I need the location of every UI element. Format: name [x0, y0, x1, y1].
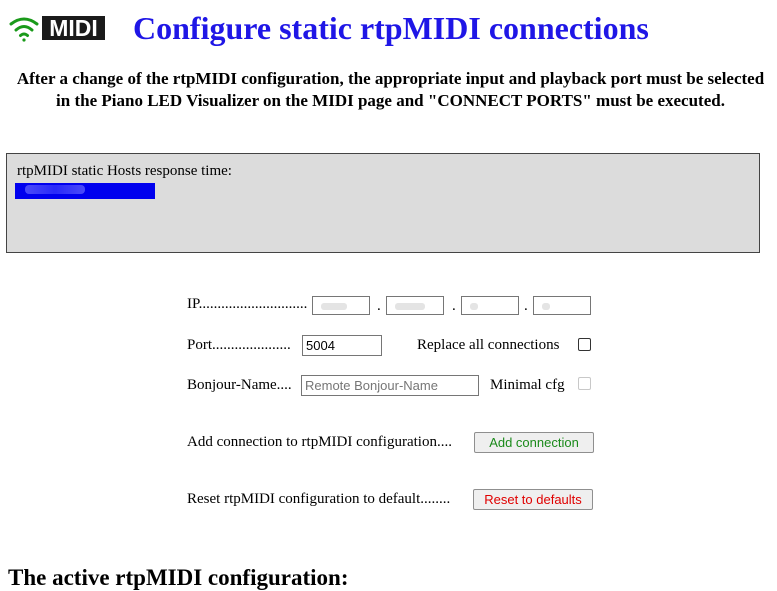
logo-text: MIDI: [49, 15, 98, 41]
ip-octet-1[interactable]: [312, 296, 370, 315]
port-input[interactable]: [302, 335, 382, 356]
minimal-cfg-checkbox[interactable]: [578, 377, 591, 390]
response-time-panel: rtpMIDI static Hosts response time: .: [6, 153, 760, 253]
active-config-heading: The active rtpMIDI configuration:: [8, 565, 349, 590]
minimal-cfg-label: Minimal cfg: [490, 377, 565, 393]
reset-config-label: Reset rtpMIDI configuration to default..…: [187, 491, 451, 507]
response-time-bar: .: [15, 183, 155, 199]
replace-all-label: Replace all connections: [417, 337, 560, 353]
page-title: Configure static rtpMIDI connections: [133, 10, 649, 46]
ip-octet-3[interactable]: [461, 296, 519, 315]
replace-all-checkbox[interactable]: [578, 338, 591, 351]
ip-separator: .: [452, 298, 456, 314]
blurred-value: .: [25, 185, 85, 194]
add-connection-label: Add connection to rtpMIDI configuration.…: [187, 434, 452, 450]
reset-to-defaults-button[interactable]: Reset to defaults: [473, 489, 593, 510]
midi-wifi-logo: MIDI: [9, 15, 105, 42]
ip-separator: .: [524, 298, 528, 314]
response-time-label: rtpMIDI static Hosts response time:: [17, 163, 232, 179]
reconfiguration-notice: After a change of the rtpMIDI configurat…: [16, 69, 765, 110]
port-label: Port.....................: [187, 337, 291, 353]
ip-octet-2[interactable]: [386, 296, 444, 315]
ip-separator: .: [377, 298, 381, 314]
page-header: MIDI Configure static rtpMIDI connection…: [8, 8, 773, 48]
bonjour-name-label: Bonjour-Name....: [187, 377, 292, 393]
ip-octet-4[interactable]: [533, 296, 591, 315]
wifi-icon: [9, 17, 39, 42]
add-connection-button[interactable]: Add connection: [474, 432, 594, 453]
ip-label: IP.............................: [187, 296, 308, 312]
bonjour-name-input[interactable]: [301, 375, 479, 396]
